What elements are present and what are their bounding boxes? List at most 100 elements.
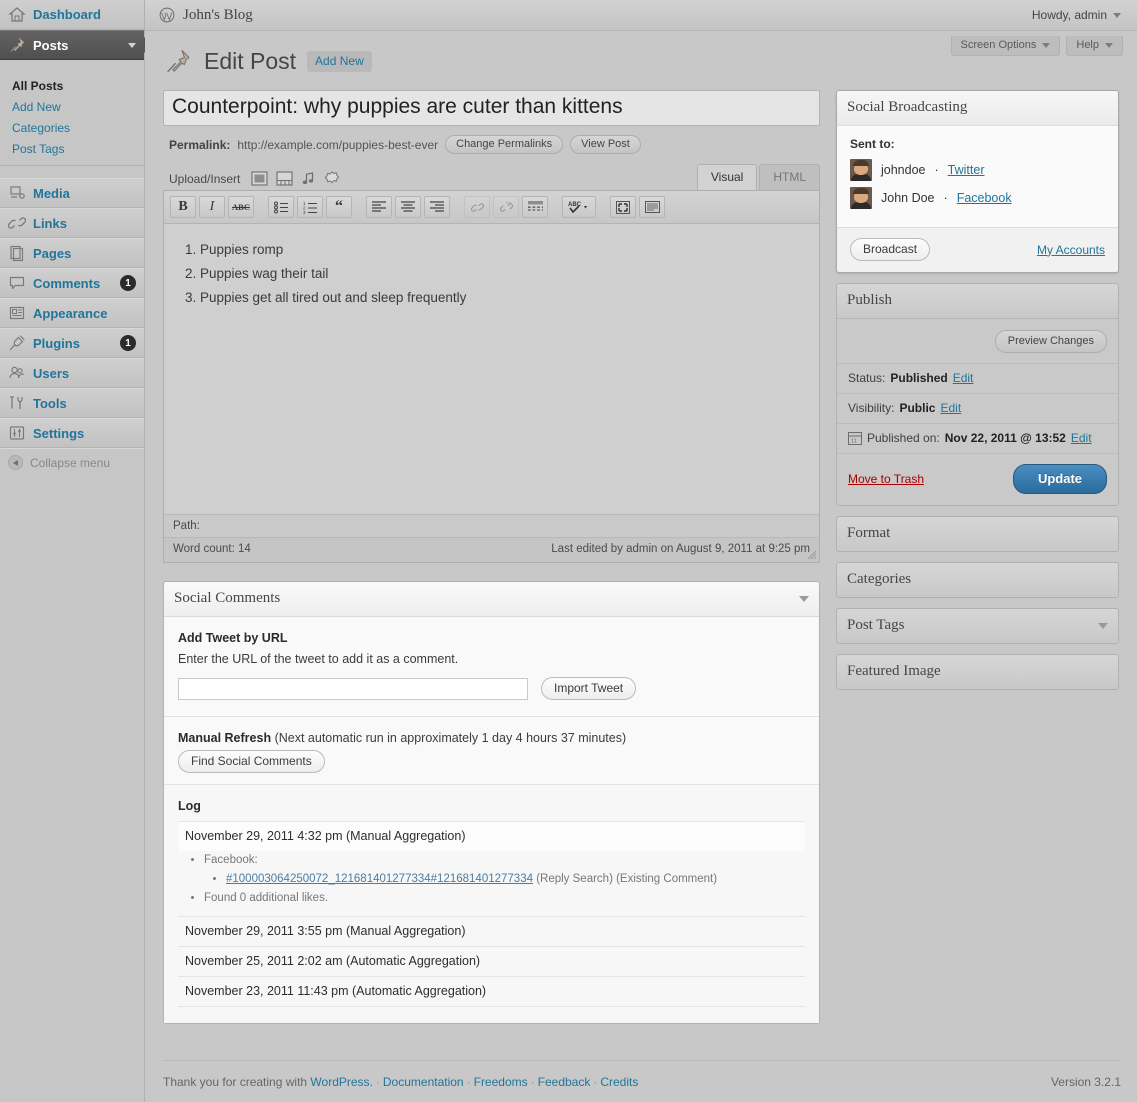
calendar-icon: 11 — [848, 432, 862, 445]
sidebar-item-tools[interactable]: Tools — [0, 388, 144, 418]
featured-image-header[interactable]: Featured Image — [837, 655, 1118, 689]
add-audio-icon[interactable] — [301, 171, 316, 186]
visibility-value: Public — [899, 401, 936, 415]
tab-html[interactable]: HTML — [759, 164, 820, 190]
spellcheck-button[interactable]: ABC — [562, 196, 596, 218]
tools-icon — [9, 396, 23, 410]
log-comment-link[interactable]: #100003064250072_121681401277334#1216814… — [226, 873, 533, 885]
sidebar-item-comments[interactable]: Comments 1 — [0, 268, 144, 298]
status-edit-link[interactable]: Edit — [953, 371, 974, 385]
sidebar-item-media[interactable]: Media — [0, 178, 144, 208]
sidebar-item-all-posts[interactable]: All Posts — [0, 76, 144, 97]
bold-button[interactable]: B — [170, 196, 196, 218]
log-comment-suffix: (Reply Search) (Existing Comment) — [536, 873, 718, 885]
avatar — [850, 159, 872, 181]
my-accounts-link[interactable]: My Accounts — [1037, 243, 1105, 257]
sidebar-item-users[interactable]: Users — [0, 358, 144, 388]
chevron-down-icon[interactable] — [799, 595, 809, 602]
tweet-url-input[interactable] — [178, 677, 528, 700]
sidebar-item-categories[interactable]: Categories — [0, 118, 144, 139]
post-title-wrapper — [163, 90, 820, 126]
insert-link-button[interactable] — [464, 196, 490, 218]
site-name[interactable]: John's Blog — [159, 7, 253, 24]
sidebar-item-settings[interactable]: Settings — [0, 418, 144, 448]
collapse-menu-button[interactable]: Collapse menu — [0, 448, 144, 476]
format-header[interactable]: Format — [837, 517, 1118, 551]
align-center-button[interactable] — [395, 196, 421, 218]
sidebar-item-links[interactable]: Links — [0, 208, 144, 238]
footer-link-credits[interactable]: Credits — [600, 1075, 638, 1089]
published-edit-link[interactable]: Edit — [1071, 431, 1092, 445]
account-network-link[interactable]: Facebook — [957, 191, 1012, 205]
visibility-edit-link[interactable]: Edit — [940, 401, 961, 415]
post-tags-header[interactable]: Post Tags — [837, 609, 1118, 643]
categories-header[interactable]: Categories — [837, 563, 1118, 597]
sidebar-item-posts[interactable]: Posts — [0, 30, 144, 60]
footer-link-feedback[interactable]: Feedback — [538, 1075, 591, 1089]
update-button[interactable]: Update — [1012, 464, 1107, 494]
post-editor: B I ABC 123 “ ABC 1. Puppies romp 2. Pup… — [163, 190, 820, 563]
view-post-button[interactable]: View Post — [570, 135, 641, 154]
kitchen-sink-button[interactable] — [639, 196, 665, 218]
tab-visual[interactable]: Visual — [696, 164, 758, 190]
footer-wordpress-link[interactable]: WordPress. — [310, 1075, 372, 1089]
align-right-button[interactable] — [424, 196, 450, 218]
howdy-menu[interactable]: Howdy, admin — [1032, 8, 1121, 22]
publish-header[interactable]: Publish — [837, 284, 1118, 319]
ordered-list-button[interactable]: 123 — [297, 196, 323, 218]
insert-more-tag-button[interactable] — [522, 196, 548, 218]
account-separator: · — [943, 191, 948, 205]
sidebar-item-dashboard[interactable]: Dashboard — [0, 0, 144, 30]
fullscreen-button[interactable] — [610, 196, 636, 218]
move-to-trash-link[interactable]: Move to Trash — [848, 472, 924, 486]
wordpress-logo-icon — [159, 7, 175, 23]
screen-options-button[interactable]: Screen Options — [950, 36, 1061, 56]
publish-preview-row: Preview Changes — [837, 319, 1118, 364]
log-detail-item: Found 0 additional likes. — [204, 889, 805, 908]
social-broadcasting-header[interactable]: Social Broadcasting — [837, 91, 1118, 126]
categories-title: Categories — [847, 571, 912, 587]
chevron-down-icon — [128, 42, 136, 48]
pin-icon — [10, 37, 25, 52]
blockquote-button[interactable]: “ — [326, 196, 352, 218]
italic-button[interactable]: I — [199, 196, 225, 218]
chevron-down-icon[interactable] — [1098, 622, 1108, 629]
sidebar-item-add-new[interactable]: Add New — [0, 97, 144, 118]
account-separator: · — [934, 163, 939, 177]
add-new-button[interactable]: Add New — [307, 50, 372, 72]
add-image-icon[interactable] — [251, 171, 268, 186]
publish-date-row: 11 Published on: Nov 22, 2011 @ 13:52 Ed… — [837, 424, 1118, 454]
unlink-button[interactable] — [493, 196, 519, 218]
change-permalinks-button[interactable]: Change Permalinks — [445, 135, 564, 154]
footer-link-documentation[interactable]: Documentation — [383, 1075, 464, 1089]
footer-link-freedoms[interactable]: Freedoms — [474, 1075, 528, 1089]
sidebar-item-plugins[interactable]: Plugins 1 — [0, 328, 144, 358]
status-value: Published — [890, 371, 948, 385]
align-left-button[interactable] — [366, 196, 392, 218]
editor-content-area[interactable]: Puppies romp Puppies wag their tail Pupp… — [164, 224, 819, 514]
strikethrough-button[interactable]: ABC — [228, 196, 254, 218]
unordered-list-button[interactable] — [268, 196, 294, 218]
publish-visibility-row: Visibility: Public Edit — [837, 394, 1118, 424]
social-comments-header[interactable]: Social Comments — [164, 582, 819, 617]
post-title-input[interactable] — [172, 95, 811, 119]
format-title: Format — [847, 525, 891, 541]
published-label: Published on: — [867, 431, 940, 445]
find-social-comments-button[interactable]: Find Social Comments — [178, 750, 325, 773]
sidebar-item-post-tags[interactable]: Post Tags — [0, 139, 144, 160]
sidebar-item-appearance[interactable]: Appearance — [0, 298, 144, 328]
add-media-icon[interactable] — [324, 171, 340, 186]
help-button[interactable]: Help — [1066, 36, 1123, 56]
account-network-link[interactable]: Twitter — [948, 163, 985, 177]
import-tweet-button[interactable]: Import Tweet — [541, 677, 637, 700]
plug-icon — [9, 335, 25, 351]
preview-changes-button[interactable]: Preview Changes — [994, 330, 1107, 353]
editor-path-bar: Path: — [164, 514, 819, 537]
log-timestamp: November 29, 2011 4:32 pm (Manual Aggreg… — [178, 822, 805, 851]
broadcast-button[interactable]: Broadcast — [850, 238, 931, 261]
add-video-icon[interactable] — [276, 171, 293, 186]
resize-handle-icon[interactable] — [807, 550, 817, 560]
sidebar-item-pages[interactable]: Pages — [0, 238, 144, 268]
social-broadcasting-metabox: Social Broadcasting Sent to: johndoe · T… — [836, 90, 1119, 273]
account-name: johndoe — [881, 163, 926, 177]
